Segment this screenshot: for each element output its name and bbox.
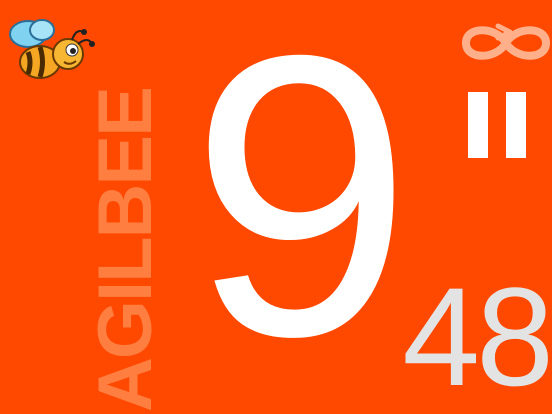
bee-icon xyxy=(4,14,96,86)
infinity-icon xyxy=(462,23,550,60)
loop-button[interactable] xyxy=(458,18,552,68)
secondary-timer-value: 48 xyxy=(402,258,552,414)
pause-button[interactable] xyxy=(460,92,540,162)
main-timer-value: 9 xyxy=(190,0,413,414)
timer-screen: AGILBEE 9 48 xyxy=(0,0,552,414)
pause-icon-bar xyxy=(506,92,526,158)
brand-wordmark: AGILBEE xyxy=(83,88,168,412)
pause-icon xyxy=(468,92,488,158)
